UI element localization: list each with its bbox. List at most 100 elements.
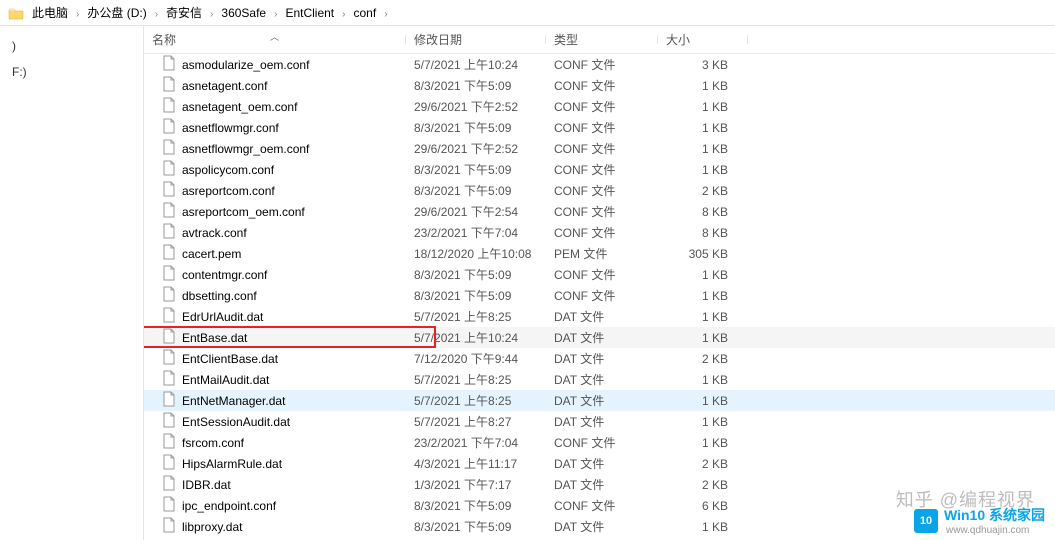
file-size-cell: 8 KB bbox=[658, 226, 748, 240]
file-icon bbox=[162, 412, 182, 431]
file-date-cell: 5/7/2021 上午8:25 bbox=[406, 308, 546, 325]
file-size-cell: 1 KB bbox=[658, 268, 748, 282]
table-row[interactable]: EntNetManager.dat5/7/2021 上午8:25DAT 文件1 … bbox=[144, 390, 1055, 411]
table-row[interactable]: contentmgr.conf8/3/2021 下午5:09CONF 文件1 K… bbox=[144, 264, 1055, 285]
file-date-cell: 5/7/2021 上午8:27 bbox=[406, 413, 546, 430]
file-date-cell: 8/3/2021 下午5:09 bbox=[406, 518, 546, 535]
file-icon bbox=[162, 391, 182, 410]
file-size-cell: 6 KB bbox=[658, 499, 748, 513]
breadcrumb-item[interactable]: 奇安信 bbox=[164, 6, 204, 20]
file-name-cell: ipc_endpoint.conf bbox=[144, 496, 406, 515]
table-row[interactable]: asnetagent.conf8/3/2021 下午5:09CONF 文件1 K… bbox=[144, 75, 1055, 96]
breadcrumb-item[interactable]: EntClient bbox=[283, 6, 336, 20]
file-size-cell: 1 KB bbox=[658, 163, 748, 177]
breadcrumb-item[interactable]: 360Safe bbox=[219, 6, 268, 20]
file-name-cell: contentmgr.conf bbox=[144, 265, 406, 284]
column-headers: 名称︿ 修改日期 类型 大小 bbox=[144, 26, 1055, 54]
file-date-cell: 5/7/2021 上午10:24 bbox=[406, 56, 546, 73]
file-name-cell: aspolicycom.conf bbox=[144, 160, 406, 179]
table-row[interactable]: avtrack.conf23/2/2021 下午7:04CONF 文件8 KB bbox=[144, 222, 1055, 243]
file-name: asreportcom.conf bbox=[182, 184, 275, 198]
file-date-cell: 5/7/2021 上午8:25 bbox=[406, 371, 546, 388]
table-row[interactable]: asnetflowmgr.conf8/3/2021 下午5:09CONF 文件1… bbox=[144, 117, 1055, 138]
file-type-cell: CONF 文件 bbox=[546, 287, 658, 304]
file-type-cell: CONF 文件 bbox=[546, 140, 658, 157]
file-size-cell: 2 KB bbox=[658, 352, 748, 366]
file-name: aspolicycom.conf bbox=[182, 163, 274, 177]
file-name-cell: asreportcom.conf bbox=[144, 181, 406, 200]
table-row[interactable]: asnetagent_oem.conf29/6/2021 下午2:52CONF … bbox=[144, 96, 1055, 117]
file-icon bbox=[162, 286, 182, 305]
file-type-cell: DAT 文件 bbox=[546, 455, 658, 472]
breadcrumb-chevron-icon: › bbox=[70, 9, 85, 20]
file-name-cell: HipsAlarmRule.dat bbox=[144, 454, 406, 473]
file-icon bbox=[162, 454, 182, 473]
file-name: EntSessionAudit.dat bbox=[182, 415, 290, 429]
file-date-cell: 5/7/2021 上午8:25 bbox=[406, 392, 546, 409]
table-row[interactable]: cacert.pem18/12/2020 上午10:08PEM 文件305 KB bbox=[144, 243, 1055, 264]
breadcrumb-item[interactable]: 此电脑 bbox=[30, 6, 70, 20]
sort-arrow-icon: ︿ bbox=[270, 30, 279, 43]
file-name: asnetflowmgr_oem.conf bbox=[182, 142, 309, 156]
table-row[interactable]: asmodularize_oem.conf5/7/2021 上午10:24CON… bbox=[144, 54, 1055, 75]
table-row[interactable]: asreportcom.conf8/3/2021 下午5:09CONF 文件2 … bbox=[144, 180, 1055, 201]
file-icon bbox=[162, 496, 182, 515]
file-name-cell: IDBR.dat bbox=[144, 475, 406, 494]
file-size-cell: 8 KB bbox=[658, 205, 748, 219]
breadcrumb-item[interactable]: conf bbox=[352, 6, 379, 20]
column-type[interactable]: 类型 bbox=[546, 31, 658, 48]
file-name: EdrUrlAudit.dat bbox=[182, 310, 263, 324]
file-icon bbox=[162, 118, 182, 137]
table-row[interactable]: aspolicycom.conf8/3/2021 下午5:09CONF 文件1 … bbox=[144, 159, 1055, 180]
content-area: ) F:) 名称︿ 修改日期 类型 大小 asmodularize_oem.con… bbox=[0, 26, 1055, 540]
table-row[interactable]: EntBase.dat5/7/2021 上午10:24DAT 文件1 KB bbox=[144, 327, 1055, 348]
table-row[interactable]: EntClientBase.dat7/12/2020 下午9:44DAT 文件2… bbox=[144, 348, 1055, 369]
table-row[interactable]: EdrUrlAudit.dat5/7/2021 上午8:25DAT 文件1 KB bbox=[144, 306, 1055, 327]
file-name: libproxy.dat bbox=[182, 520, 242, 534]
column-name[interactable]: 名称︿ bbox=[144, 31, 406, 48]
table-row[interactable]: EntSessionAudit.dat5/7/2021 上午8:27DAT 文件… bbox=[144, 411, 1055, 432]
breadcrumb-item[interactable]: 办公盘 (D:) bbox=[85, 6, 148, 20]
sidebar-item[interactable]: ) bbox=[0, 36, 143, 56]
file-type-cell: DAT 文件 bbox=[546, 308, 658, 325]
table-row[interactable]: asnetflowmgr_oem.conf29/6/2021 下午2:52CON… bbox=[144, 138, 1055, 159]
file-icon bbox=[162, 265, 182, 284]
breadcrumb-chevron-icon: › bbox=[378, 9, 393, 20]
breadcrumb-chevron-icon: › bbox=[268, 9, 283, 20]
table-row[interactable]: EntMailAudit.dat5/7/2021 上午8:25DAT 文件1 K… bbox=[144, 369, 1055, 390]
file-name: HipsAlarmRule.dat bbox=[182, 457, 282, 471]
sidebar-item[interactable]: F:) bbox=[0, 62, 143, 82]
breadcrumb-chevron-icon: › bbox=[204, 9, 219, 20]
file-date-cell: 8/3/2021 下午5:09 bbox=[406, 287, 546, 304]
file-icon bbox=[162, 517, 182, 536]
file-size-cell: 1 KB bbox=[658, 79, 748, 93]
file-icon bbox=[162, 307, 182, 326]
file-name-cell: EdrUrlAudit.dat bbox=[144, 307, 406, 326]
file-size-cell: 1 KB bbox=[658, 142, 748, 156]
file-date-cell: 8/3/2021 下午5:09 bbox=[406, 161, 546, 178]
file-size-cell: 1 KB bbox=[658, 121, 748, 135]
column-size[interactable]: 大小 bbox=[658, 31, 748, 48]
breadcrumb-chevron-icon: › bbox=[336, 9, 351, 20]
file-name: fsrcom.conf bbox=[182, 436, 244, 450]
table-row[interactable]: fsrcom.conf23/2/2021 下午7:04CONF 文件1 KB bbox=[144, 432, 1055, 453]
file-name-cell: asmodularize_oem.conf bbox=[144, 55, 406, 74]
file-icon bbox=[162, 370, 182, 389]
file-size-cell: 305 KB bbox=[658, 247, 748, 261]
file-date-cell: 8/3/2021 下午5:09 bbox=[406, 266, 546, 283]
table-row[interactable]: HipsAlarmRule.dat4/3/2021 上午11:17DAT 文件2… bbox=[144, 453, 1055, 474]
file-name-cell: dbsetting.conf bbox=[144, 286, 406, 305]
column-date[interactable]: 修改日期 bbox=[406, 31, 546, 48]
file-type-cell: CONF 文件 bbox=[546, 224, 658, 241]
file-date-cell: 4/3/2021 上午11:17 bbox=[406, 455, 546, 472]
breadcrumb: 此电脑›办公盘 (D:)›奇安信›360Safe›EntClient›conf› bbox=[0, 0, 1055, 26]
table-row[interactable]: asreportcom_oem.conf29/6/2021 下午2:54CONF… bbox=[144, 201, 1055, 222]
file-name-cell: libproxy.dat bbox=[144, 517, 406, 536]
file-name: EntMailAudit.dat bbox=[182, 373, 269, 387]
watermark-logo: 10 Win10 系统家园 www.qdhuajin.com bbox=[914, 505, 1045, 536]
table-row[interactable]: dbsetting.conf8/3/2021 下午5:09CONF 文件1 KB bbox=[144, 285, 1055, 306]
file-icon bbox=[162, 55, 182, 74]
file-type-cell: DAT 文件 bbox=[546, 392, 658, 409]
file-type-cell: DAT 文件 bbox=[546, 518, 658, 535]
file-type-cell: DAT 文件 bbox=[546, 350, 658, 367]
